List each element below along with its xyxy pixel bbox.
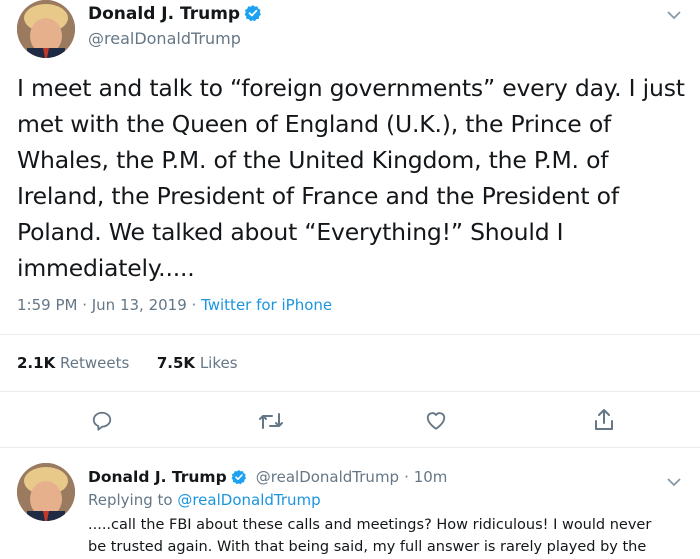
reply-text-line: be trusted again. With that being said, … xyxy=(88,539,647,555)
likes-count: 7.5K xyxy=(156,354,196,372)
divider xyxy=(0,334,700,335)
retweets-count: 2.1K xyxy=(17,354,56,372)
share-icon[interactable] xyxy=(594,408,614,432)
reply-text: .....call the FBI about these calls and … xyxy=(88,514,700,558)
likes-label: Likes xyxy=(199,354,238,372)
tweet-text-line: Poland. We talked about “Everything!” Sh… xyxy=(17,218,564,246)
speech-bubble-icon[interactable] xyxy=(91,410,113,432)
tweet-timestamp[interactable]: 1:59 PM · Jun 13, 2019 · xyxy=(17,296,201,314)
likes-stat[interactable]: 7.5K Likes xyxy=(157,354,238,372)
reply-time-ago[interactable]: · 10m xyxy=(404,468,447,486)
retweets-label: Retweets xyxy=(59,354,130,372)
author-name[interactable]: Donald J. Trump xyxy=(88,4,240,24)
tweet-text-line: immediately..... xyxy=(17,254,195,282)
reply-text-line: .....call the FBI about these calls and … xyxy=(88,517,652,533)
chevron-down-icon[interactable] xyxy=(667,472,681,491)
verified-badge-icon xyxy=(244,4,262,26)
retweets-stat[interactable]: 2.1K Retweets xyxy=(17,354,129,372)
tweet-text-line: met with the Queen of England (U.K.), th… xyxy=(17,110,612,138)
tweet-text-line: Whales, the P.M. of the United Kingdom, … xyxy=(17,146,609,174)
reply-author-avatar[interactable] xyxy=(17,463,75,521)
reply-author-name[interactable]: Donald J. Trump xyxy=(88,468,227,486)
author-avatar[interactable] xyxy=(17,0,75,58)
verified-badge-icon xyxy=(231,469,247,489)
heart-icon[interactable] xyxy=(425,410,447,431)
tweet-text-line: Ireland, the President of France and the… xyxy=(17,182,619,210)
tweet-text-line: I meet and talk to “foreign governments”… xyxy=(17,74,685,102)
divider xyxy=(0,391,700,392)
retweet-icon[interactable] xyxy=(258,411,284,431)
replying-to-label: Replying to xyxy=(88,491,178,509)
reply-author-handle[interactable]: @realDonaldTrump xyxy=(256,468,399,486)
replying-to-link[interactable]: @realDonaldTrump xyxy=(177,491,320,509)
chevron-down-icon[interactable] xyxy=(667,5,681,24)
tweet-text: I meet and talk to “foreign governments”… xyxy=(17,70,697,286)
divider xyxy=(0,447,700,448)
author-handle[interactable]: @realDonaldTrump xyxy=(88,29,241,48)
tweet-source-link[interactable]: Twitter for iPhone xyxy=(201,296,332,314)
